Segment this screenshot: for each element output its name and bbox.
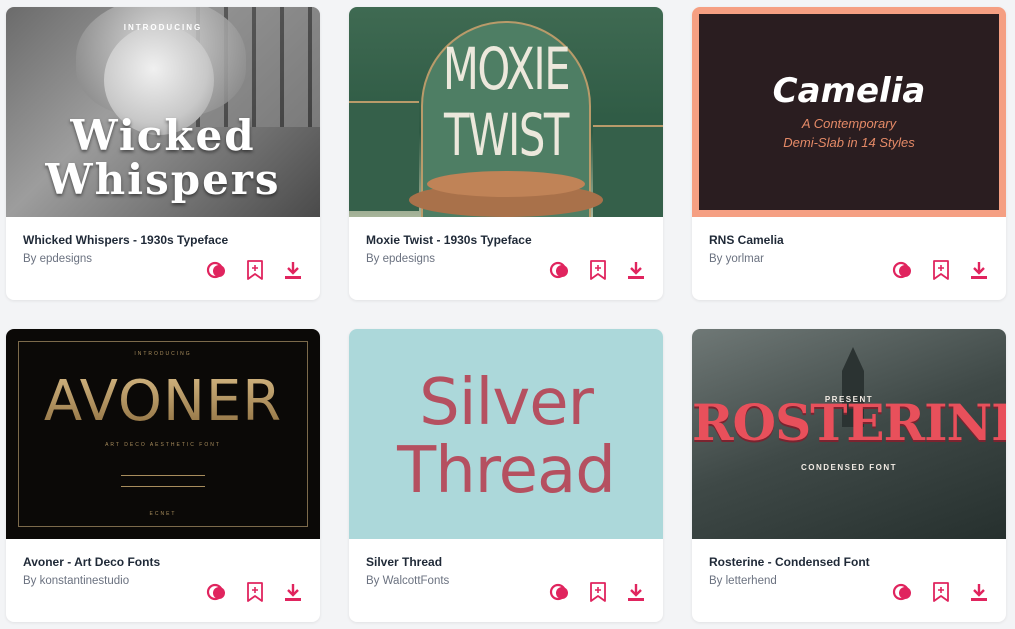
font-card[interactable]: Camelia A Contemporary Demi-Slab in 14 S…	[692, 7, 1006, 300]
preview-line-1: Silver	[419, 366, 594, 440]
compare-button[interactable]	[892, 259, 914, 281]
font-title[interactable]: Avoner - Art Deco Fonts	[23, 555, 160, 569]
download-icon	[285, 584, 301, 601]
font-preview-image[interactable]: INTRODUCING Wicked Whispers	[6, 7, 320, 217]
font-preview-image[interactable]: INTRODUCING AVONER ART DECO AESTHETIC FO…	[6, 329, 320, 539]
preview-line-2: Whispers	[45, 155, 281, 204]
preview-intro-text: INTRODUCING	[123, 23, 203, 32]
download-icon	[628, 262, 644, 279]
bookmark-button[interactable]	[587, 259, 609, 281]
preview-line-1: Wicked	[70, 111, 256, 160]
font-grid: INTRODUCING Wicked Whispers Whicked Whis…	[6, 7, 1006, 623]
card-actions	[549, 258, 647, 282]
preview-line-3: Demi-Slab in 14 Styles	[783, 135, 915, 150]
download-icon	[628, 584, 644, 601]
font-title[interactable]: Silver Thread	[366, 555, 442, 569]
card-meta: Avoner - Art Deco Fonts By konstantinest…	[6, 539, 320, 622]
overlap-circles-icon	[892, 261, 911, 279]
download-icon	[971, 262, 987, 279]
preview-line-2: CONDENSED FONT	[800, 463, 898, 472]
preview-line-2: TWIST	[444, 101, 569, 169]
font-author[interactable]: By konstantinestudio	[23, 575, 129, 587]
font-card[interactable]: Silver Thread Silver Thread By WalcottFo…	[349, 329, 663, 622]
font-title[interactable]: Moxie Twist - 1930s Typeface	[366, 233, 532, 247]
download-button[interactable]	[968, 259, 990, 281]
bookmark-button[interactable]	[930, 581, 952, 603]
preview-line-1: ROSTERINE	[692, 393, 1006, 452]
deco-ornament	[121, 475, 205, 487]
font-title[interactable]: Rosterine - Condensed Font	[709, 555, 870, 569]
font-card[interactable]: INTRODUCING Wicked Whispers Whicked Whis…	[6, 7, 320, 300]
card-meta: RNS Camelia By yorlmar	[692, 217, 1006, 300]
preview-line-1: MOXIE	[442, 35, 571, 103]
overlap-circles-icon	[206, 583, 225, 601]
download-icon	[971, 584, 987, 601]
preview-panel	[699, 14, 999, 210]
card-actions	[892, 580, 990, 604]
download-button[interactable]	[968, 581, 990, 603]
font-preview-image[interactable]: PRESENT ROSTERINE CONDENSED FONT	[692, 329, 1006, 539]
overlap-circles-icon	[892, 583, 911, 601]
overlap-circles-icon	[206, 261, 225, 279]
card-meta: Moxie Twist - 1930s Typeface By epdesign…	[349, 217, 663, 300]
bookmark-plus-icon	[247, 260, 263, 280]
overlap-circles-icon	[549, 261, 568, 279]
preview-footer-text: ECNET	[149, 511, 177, 517]
card-meta: Rosterine - Condensed Font By letterhend	[692, 539, 1006, 622]
compare-button[interactable]	[206, 259, 228, 281]
bookmark-plus-icon	[933, 582, 949, 602]
download-button[interactable]	[282, 259, 304, 281]
font-preview-image[interactable]: Silver Thread	[349, 329, 663, 539]
card-actions	[206, 258, 304, 282]
preview-line-2: Thread	[397, 434, 616, 508]
font-preview-image[interactable]: MOXIE TWIST	[349, 7, 663, 217]
compare-button[interactable]	[206, 581, 228, 603]
download-button[interactable]	[625, 581, 647, 603]
font-author[interactable]: By yorlmar	[709, 253, 764, 265]
bookmark-plus-icon	[247, 582, 263, 602]
card-actions	[549, 580, 647, 604]
card-actions	[892, 258, 990, 282]
pedestal	[427, 171, 585, 197]
bookmark-button[interactable]	[587, 581, 609, 603]
preview-line-2: ART DECO AESTHETIC FONT	[105, 442, 221, 448]
font-card[interactable]: MOXIE TWIST Moxie Twist - 1930s Typeface…	[349, 7, 663, 300]
card-meta: Silver Thread By WalcottFonts	[349, 539, 663, 622]
preview-line-1: Camelia	[772, 71, 926, 111]
font-author[interactable]: By WalcottFonts	[366, 575, 449, 587]
compare-button[interactable]	[892, 581, 914, 603]
compare-button[interactable]	[549, 259, 571, 281]
card-meta: Whicked Whispers - 1930s Typeface By epd…	[6, 217, 320, 300]
preview-line-2: A Contemporary	[801, 116, 897, 131]
card-actions	[206, 580, 304, 604]
font-author[interactable]: By epdesigns	[23, 253, 92, 265]
bookmark-button[interactable]	[930, 259, 952, 281]
download-button[interactable]	[282, 581, 304, 603]
bookmark-plus-icon	[590, 260, 606, 280]
compare-button[interactable]	[549, 581, 571, 603]
font-author[interactable]: By epdesigns	[366, 253, 435, 265]
preview-line-1: AVONER	[6, 369, 320, 434]
font-title[interactable]: RNS Camelia	[709, 233, 784, 247]
download-button[interactable]	[625, 259, 647, 281]
overlap-circles-icon	[549, 583, 568, 601]
bookmark-plus-icon	[933, 260, 949, 280]
font-card[interactable]: INTRODUCING AVONER ART DECO AESTHETIC FO…	[6, 329, 320, 622]
download-icon	[285, 262, 301, 279]
preview-intro-text: INTRODUCING	[134, 351, 192, 357]
font-title[interactable]: Whicked Whispers - 1930s Typeface	[23, 233, 228, 247]
font-author[interactable]: By letterhend	[709, 575, 777, 587]
font-preview-image[interactable]: Camelia A Contemporary Demi-Slab in 14 S…	[692, 7, 1006, 217]
bookmark-button[interactable]	[244, 259, 266, 281]
bookmark-button[interactable]	[244, 581, 266, 603]
font-card[interactable]: PRESENT ROSTERINE CONDENSED FONT Rosteri…	[692, 329, 1006, 622]
bookmark-plus-icon	[590, 582, 606, 602]
